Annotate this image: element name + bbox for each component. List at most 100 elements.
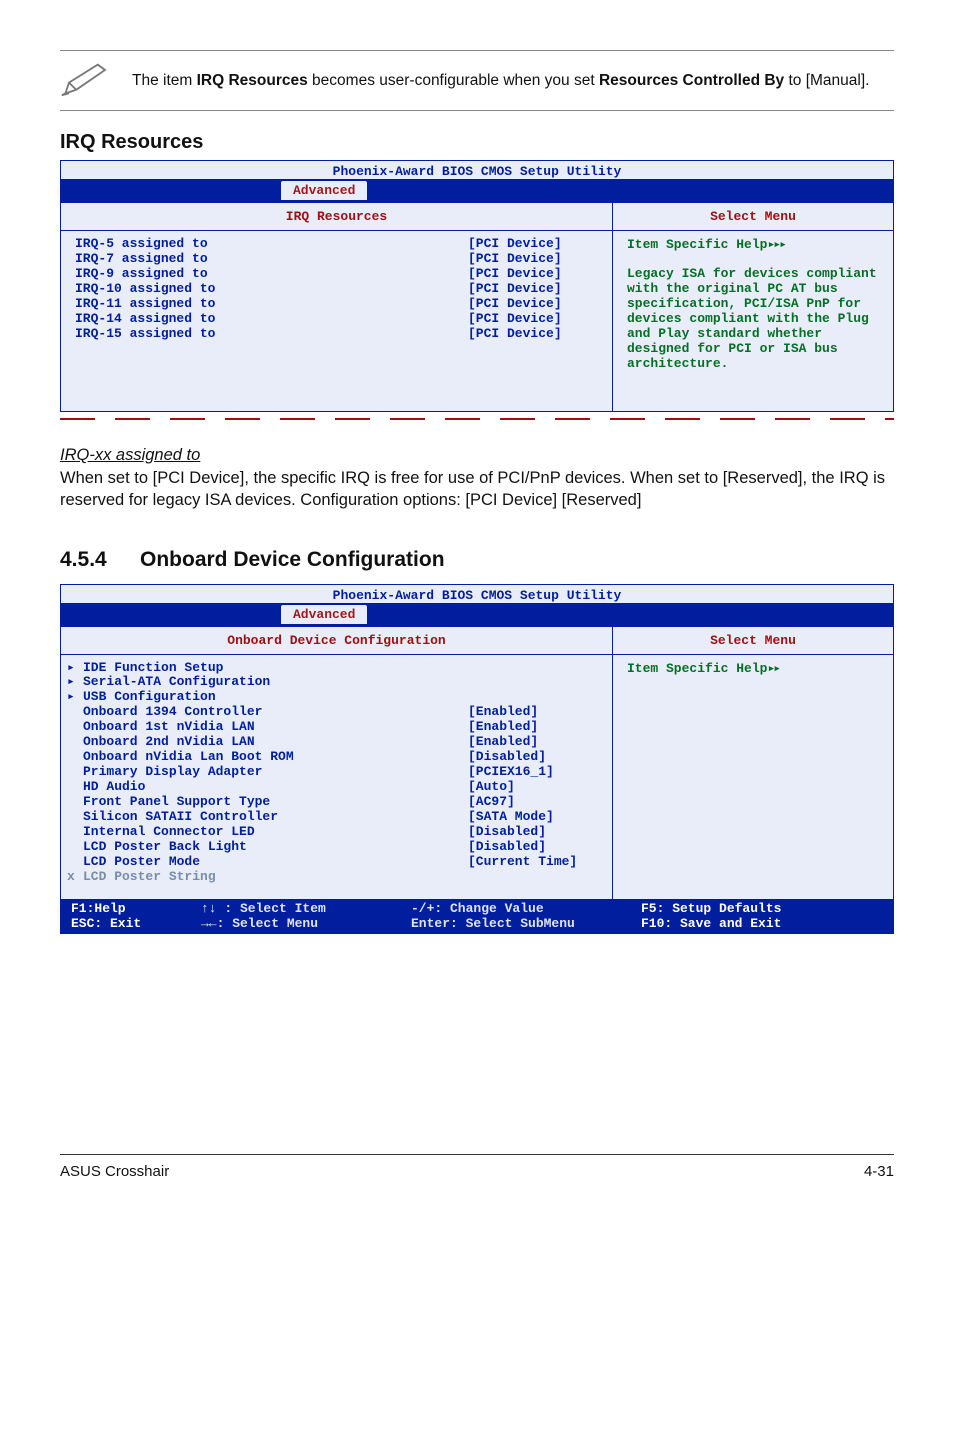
bios1-left-title: IRQ Resources xyxy=(61,203,612,231)
item-label: IDE Function Setup xyxy=(83,661,468,676)
submenu-icon: ▸ xyxy=(67,661,83,676)
blank-marker xyxy=(67,765,83,780)
blank-marker xyxy=(67,750,83,765)
blank-marker xyxy=(67,840,83,855)
select-submenu-hint: Enter: Select SubMenu xyxy=(411,916,641,931)
section-title: Onboard Device Configuration xyxy=(140,548,445,571)
blank-marker xyxy=(67,795,83,810)
item-value: [PCI Device] xyxy=(468,297,598,312)
item-label: Primary Display Adapter xyxy=(83,765,468,780)
note-post: to [Manual]. xyxy=(784,72,869,89)
note-mid: becomes user-configurable when you set xyxy=(308,72,599,89)
item-label: Serial-ATA Configuration xyxy=(83,675,468,690)
item-value: [Disabled] xyxy=(468,840,598,855)
bios2-item[interactable]: Onboard 1st nVidia LAN[Enabled] xyxy=(67,720,598,735)
bios2-tab-advanced[interactable]: Advanced xyxy=(281,605,367,624)
bios2-footer-bar: F1:Help ESC: Exit ↑↓ : Select Item →←: S… xyxy=(61,899,893,933)
item-label: IRQ-15 assigned to xyxy=(75,327,468,342)
bios1-title: Phoenix-Award BIOS CMOS Setup Utility xyxy=(61,161,893,179)
page-footer: ASUS Crosshair 4-31 xyxy=(60,1154,894,1180)
item-value: [PCI Device] xyxy=(468,252,598,267)
bios1-item[interactable]: IRQ-14 assigned to[PCI Device] xyxy=(75,312,598,327)
change-value-hint: -/+: Change Value xyxy=(411,901,641,916)
irq-resources-heading: IRQ Resources xyxy=(60,131,894,154)
item-value xyxy=(468,661,598,676)
bios2-item[interactable]: Onboard 1394 Controller[Enabled] xyxy=(67,705,598,720)
bios2-left-body: ▸IDE Function Setup ▸Serial-ATA Configur… xyxy=(61,655,612,899)
item-label: IRQ-14 assigned to xyxy=(75,312,468,327)
blank-marker xyxy=(67,810,83,825)
bios1-item[interactable]: IRQ-10 assigned to[PCI Device] xyxy=(75,282,598,297)
bios2-item[interactable]: ▸Serial-ATA Configuration xyxy=(67,675,598,690)
bios2-item[interactable]: LCD Poster Back Light[Disabled] xyxy=(67,840,598,855)
item-value: [PCI Device] xyxy=(468,267,598,282)
item-value: [AC97] xyxy=(468,795,598,810)
item-value: [Disabled] xyxy=(468,825,598,840)
item-label: IRQ-10 assigned to xyxy=(75,282,468,297)
item-label: Onboard nVidia Lan Boot ROM xyxy=(83,750,468,765)
item-value: [Enabled] xyxy=(468,735,598,750)
bios1-item[interactable]: IRQ-11 assigned to[PCI Device] xyxy=(75,297,598,312)
bios1-item[interactable]: IRQ-9 assigned to[PCI Device] xyxy=(75,267,598,282)
blank-marker xyxy=(67,735,83,750)
item-label: Front Panel Support Type xyxy=(83,795,468,810)
item-label: Internal Connector LED xyxy=(83,825,468,840)
item-label: Onboard 1394 Controller xyxy=(83,705,468,720)
bios2-item[interactable]: LCD Poster Mode[Current Time] xyxy=(67,855,598,870)
bios2-item[interactable]: Front Panel Support Type[AC97] xyxy=(67,795,598,810)
note-text: The item IRQ Resources becomes user-conf… xyxy=(132,70,869,92)
blank-marker xyxy=(67,780,83,795)
dashed-divider xyxy=(60,418,894,420)
footer-left: ASUS Crosshair xyxy=(60,1163,169,1180)
bios2-item[interactable]: Primary Display Adapter[PCIEX16_1] xyxy=(67,765,598,780)
bios2-item[interactable]: Onboard nVidia Lan Boot ROM[Disabled] xyxy=(67,750,598,765)
section-number: 4.5.4 xyxy=(60,548,140,572)
pencil-icon xyxy=(60,59,114,102)
item-label: IRQ-9 assigned to xyxy=(75,267,468,282)
bios1-tab-advanced[interactable]: Advanced xyxy=(281,181,367,200)
f1-help-hint: F1:Help xyxy=(71,901,201,916)
bios1-item[interactable]: IRQ-7 assigned to[PCI Device] xyxy=(75,252,598,267)
bios2-left-title: Onboard Device Configuration xyxy=(61,627,612,655)
bios2-menu-bar: Advanced xyxy=(61,603,893,626)
bios1-right-title: Select Menu xyxy=(613,203,893,231)
item-value: [Disabled] xyxy=(468,750,598,765)
item-value: [PCI Device] xyxy=(468,312,598,327)
bios2-right-title: Select Menu xyxy=(613,627,893,655)
item-value: [Enabled] xyxy=(468,705,598,720)
item-value xyxy=(468,870,598,885)
bios2-item[interactable]: ▸USB Configuration xyxy=(67,690,598,705)
bios2-item[interactable]: HD Audio[Auto] xyxy=(67,780,598,795)
item-label: HD Audio xyxy=(83,780,468,795)
bios1-help-body: Item Specific Help▸▸▸ Legacy ISA for dev… xyxy=(613,231,893,411)
footer-right: 4-31 xyxy=(864,1163,894,1180)
irq-assigned-heading: IRQ-xx assigned to xyxy=(60,446,894,465)
select-item-hint: ↑↓ : Select Item xyxy=(201,901,411,916)
section-454-heading: 4.5.4Onboard Device Configuration xyxy=(60,548,894,572)
bios1-left-body: IRQ-5 assigned to[PCI Device] IRQ-7 assi… xyxy=(61,231,612,411)
save-exit-hint: F10: Save and Exit xyxy=(641,916,883,931)
bios2-item[interactable]: Silicon SATAII Controller[SATA Mode] xyxy=(67,810,598,825)
esc-exit-hint: ESC: Exit xyxy=(71,916,201,931)
submenu-icon: ▸ xyxy=(67,675,83,690)
item-value: [Enabled] xyxy=(468,720,598,735)
bios1-help-text: Legacy ISA for devices compliant with th… xyxy=(627,266,879,371)
bios2-item[interactable]: ▸IDE Function Setup xyxy=(67,661,598,676)
item-value: [Current Time] xyxy=(468,855,598,870)
bios-onboard-device: Phoenix-Award BIOS CMOS Setup Utility Ad… xyxy=(60,584,894,934)
submenu-icon: ▸ xyxy=(67,690,83,705)
item-value: [PCI Device] xyxy=(468,327,598,342)
bios2-help-head: Item Specific Help xyxy=(627,661,767,676)
item-label: Onboard 2nd nVidia LAN xyxy=(83,735,468,750)
bios2-item[interactable]: Onboard 2nd nVidia LAN[Enabled] xyxy=(67,735,598,750)
double-arrow-icon: ▸▸ xyxy=(767,661,779,676)
bios1-item[interactable]: IRQ-5 assigned to[PCI Device] xyxy=(75,237,598,252)
bios2-item[interactable]: Internal Connector LED[Disabled] xyxy=(67,825,598,840)
item-label: LCD Poster Back Light xyxy=(83,840,468,855)
item-label: LCD Poster Mode xyxy=(83,855,468,870)
bios1-item[interactable]: IRQ-15 assigned to[PCI Device] xyxy=(75,327,598,342)
bios1-help-head: Item Specific Help xyxy=(627,237,767,252)
note-bold1: IRQ Resources xyxy=(197,72,308,89)
note-block: The item IRQ Resources becomes user-conf… xyxy=(60,50,894,111)
bios2-title: Phoenix-Award BIOS CMOS Setup Utility xyxy=(61,585,893,603)
